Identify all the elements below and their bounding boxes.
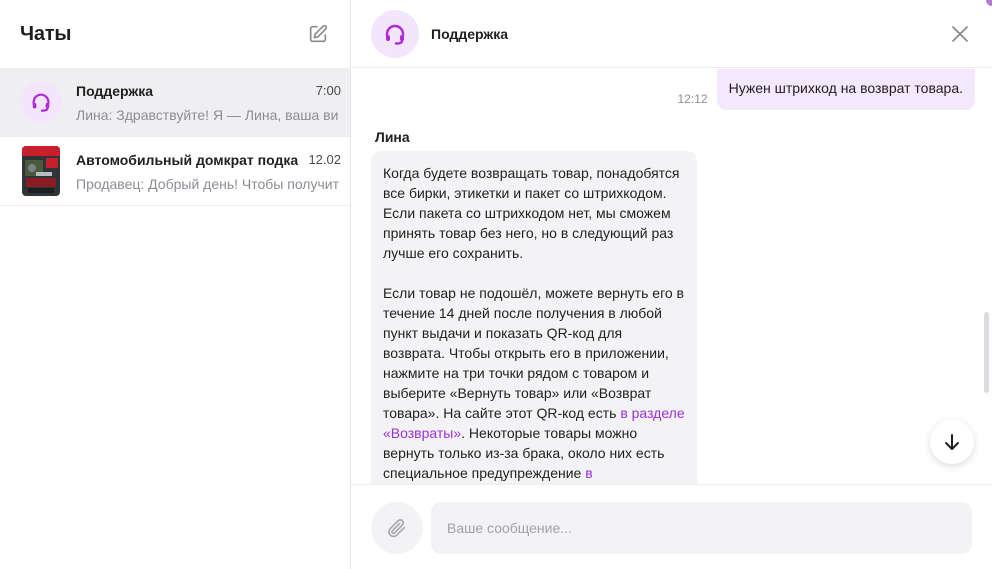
- close-icon: [952, 26, 968, 42]
- chat-preview: Продавец: Добрый день! Чтобы получит: [76, 176, 340, 192]
- headset-icon: [385, 24, 405, 45]
- incoming-bubble: Когда будете возвращать товар, понадобят…: [371, 151, 697, 484]
- sidebar-title: Чаты: [20, 22, 72, 45]
- message-input[interactable]: [431, 502, 972, 554]
- message-list[interactable]: 12:12 Нужен штрихкод на возврат товара. …: [351, 69, 992, 484]
- outgoing-message: 12:12 Нужен штрихкод на возврат товара.: [678, 69, 975, 110]
- product-image-icon: [22, 146, 60, 196]
- product-thumbnail: [22, 146, 60, 196]
- chat-window: Чаты Поддержка 7:00 Лина: Здравствуйте! …: [0, 0, 992, 569]
- warning-link[interactable]: в: [585, 465, 592, 481]
- chat-item-support[interactable]: Поддержка 7:00 Лина: Здравствуйте! Я — Л…: [0, 68, 350, 137]
- chat-item-jack[interactable]: Автомобильный домкрат подкат 12.02 Прода…: [0, 137, 350, 206]
- compose-button[interactable]: [306, 22, 330, 46]
- message-time: 12:12: [677, 92, 708, 106]
- chat-item-text: Автомобильный домкрат подкат 12.02 Прода…: [76, 137, 350, 205]
- arrow-down-icon: [945, 434, 959, 450]
- chat-list: Поддержка 7:00 Лина: Здравствуйте! Я — Л…: [0, 68, 350, 206]
- headset-icon: [32, 93, 50, 112]
- header-avatar: [371, 9, 419, 58]
- chat-sidebar: Чаты Поддержка 7:00 Лина: Здравствуйте! …: [0, 0, 351, 569]
- conversation-pane: Поддержка 12:12 Нужен штрихкод на возвра…: [351, 0, 992, 569]
- message-paragraph: Если товар не подошёл, можете вернуть ег…: [383, 283, 686, 483]
- support-avatar: [20, 81, 62, 123]
- message-text: Если товар не подошёл, можете вернуть ег…: [383, 285, 684, 421]
- sidebar-header: Чаты: [0, 0, 350, 68]
- chat-item-text: Поддержка 7:00 Лина: Здравствуйте! Я — Л…: [76, 68, 350, 136]
- scroll-to-bottom-button[interactable]: [930, 420, 974, 464]
- message-composer: [351, 484, 992, 569]
- message-paragraph: Когда будете возвращать товар, понадобят…: [383, 165, 680, 261]
- chat-name: Автомобильный домкрат подкат: [76, 152, 298, 168]
- chat-name: Поддержка: [76, 83, 154, 99]
- chat-preview: Лина: Здравствуйте! Я — Лина, ваша ви: [76, 107, 339, 123]
- attach-button[interactable]: [371, 502, 423, 554]
- chat-time: 7:00: [315, 83, 341, 98]
- scrollbar-thumb[interactable]: [984, 312, 989, 393]
- conversation-title: Поддержка: [431, 25, 509, 42]
- sender-name: Лина: [375, 129, 410, 145]
- edit-icon: [309, 24, 328, 43]
- chat-time: 12.02: [308, 152, 341, 167]
- paperclip-icon: [388, 519, 406, 538]
- outgoing-bubble: Нужен штрихкод на возврат товара.: [716, 69, 975, 110]
- conversation-header: Поддержка: [351, 0, 992, 68]
- close-button[interactable]: [950, 24, 970, 44]
